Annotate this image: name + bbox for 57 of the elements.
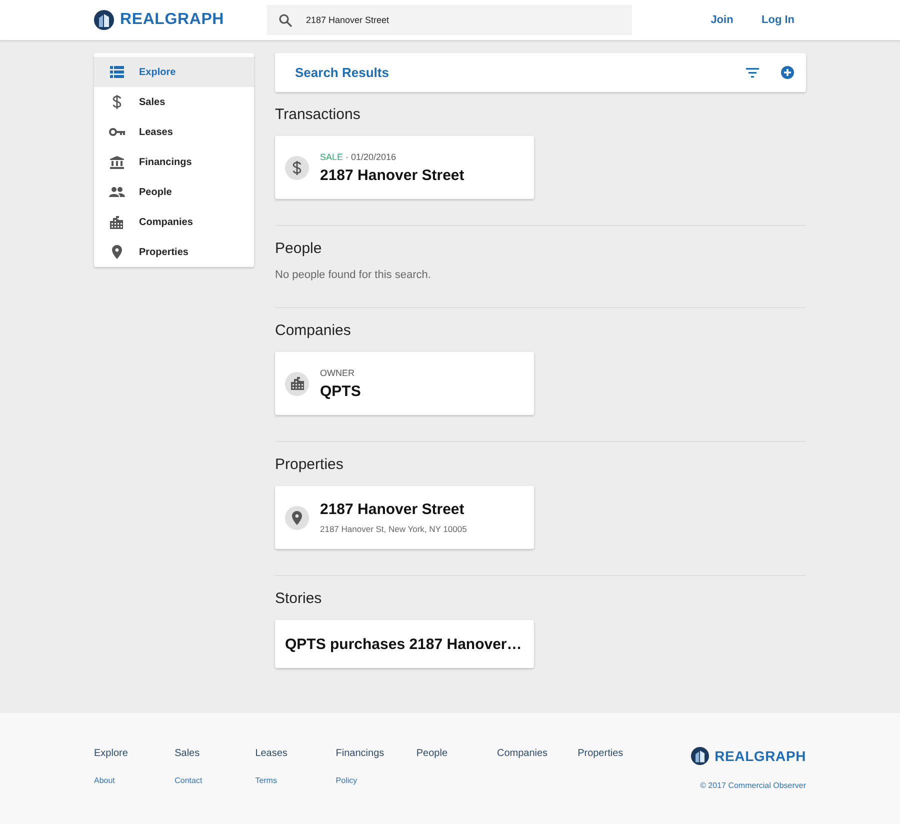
card-title: QPTS purchases 2187 Hanover…: [285, 636, 522, 652]
section-heading: Transactions: [275, 106, 362, 124]
search-field[interactable]: 2187 Hanover Street: [267, 5, 632, 35]
sidebar-item[interactable]: Properties: [94, 237, 254, 267]
address-text: 2187 Hanover St, New York, NY 10005: [320, 524, 467, 534]
bank-icon: [110, 156, 124, 168]
empty-message: No people found for this search.: [275, 269, 432, 281]
section-heading: People: [275, 240, 323, 258]
header-link[interactable]: Join: [694, 14, 750, 26]
add-icon[interactable]: [781, 66, 794, 79]
result-card[interactable]: QPTS purchases 2187 Hanover…: [275, 620, 534, 668]
list-icon: [110, 66, 124, 78]
copyright-text: © 2017 Commercial Observer: [700, 781, 806, 790]
transaction-date: · 01/20/2016: [344, 152, 396, 162]
sidebar-item[interactable]: Explore: [94, 57, 254, 87]
brand-name: REALGRAPH: [120, 11, 224, 29]
header-link[interactable]: Log In: [750, 14, 806, 26]
footer-nav-link[interactable]: Companies: [496, 748, 578, 759]
logo-icon: [690, 747, 709, 765]
section-heading: Properties: [275, 456, 344, 474]
filter-icon[interactable]: [746, 68, 759, 78]
card-title: 2187 Hanover Street: [320, 166, 464, 184]
footer-nav-link[interactable]: Leases: [255, 748, 336, 759]
sidebar-item[interactable]: Financings: [94, 147, 254, 177]
brand-name: REALGRAPH: [714, 748, 806, 764]
key-icon: [108, 128, 124, 136]
footer-nav-link[interactable]: People: [416, 748, 497, 759]
sidebar-item[interactable]: People: [94, 177, 254, 207]
section-heading: Stories: [275, 590, 323, 608]
building-icon: [290, 377, 304, 390]
result-card[interactable]: SALE · 01/20/2016 2187 Hanover Street: [275, 136, 534, 199]
result-card[interactable]: 2187 Hanover Street 2187 Hanover St, New York, NY 10005: [275, 486, 534, 549]
dollar-icon: [292, 160, 302, 174]
footer-nav-link[interactable]: Sales: [174, 748, 256, 759]
location-pin-icon: [292, 510, 302, 524]
logo-icon: [94, 10, 114, 30]
dollar-icon: [112, 95, 122, 109]
footer-link[interactable]: Contact: [174, 776, 256, 785]
result-card[interactable]: OWNER QPTS: [275, 352, 534, 415]
footer-nav-link[interactable]: Financings: [336, 748, 416, 759]
role-label: OWNER: [320, 368, 356, 378]
sidebar-item[interactable]: Leases: [94, 117, 254, 147]
footer-link[interactable]: About: [94, 776, 175, 785]
card-title: QPTS: [320, 382, 361, 400]
results-title: Search Results: [295, 65, 389, 80]
card-title: 2187 Hanover Street: [320, 501, 466, 518]
transaction-type: SALE: [320, 152, 344, 162]
people-icon: [108, 187, 124, 197]
sidebar-item[interactable]: Sales: [94, 87, 254, 117]
section-heading: Companies: [275, 322, 352, 340]
footer-nav-link[interactable]: Properties: [578, 748, 658, 759]
footer-nav-link[interactable]: Explore: [94, 748, 175, 759]
building-icon: [110, 216, 123, 228]
location-pin-icon: [112, 245, 122, 259]
sidebar-item[interactable]: Companies: [94, 207, 254, 237]
footer-link[interactable]: Policy: [336, 776, 416, 785]
footer-link[interactable]: Terms: [255, 776, 336, 785]
